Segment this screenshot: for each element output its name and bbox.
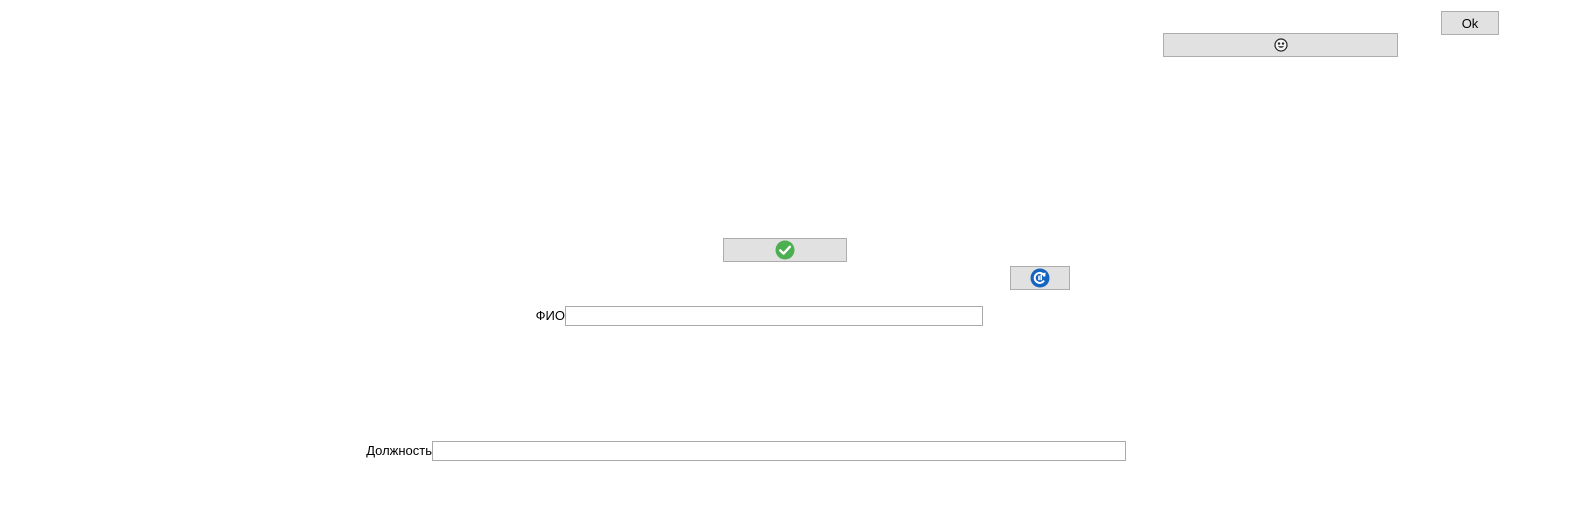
smiley-face-icon	[1273, 38, 1288, 52]
ok-button-label: Ok	[1461, 15, 1479, 31]
face-icon-button[interactable]	[1163, 33, 1398, 57]
refresh-button[interactable]	[1010, 266, 1070, 290]
blue-refresh-icon	[1030, 268, 1050, 288]
fio-label: ФИО	[535, 308, 565, 323]
ok-button[interactable]: Ok	[1441, 11, 1499, 35]
fio-input[interactable]	[565, 306, 983, 326]
position-input[interactable]	[432, 441, 1126, 461]
position-label: Должность	[366, 443, 432, 458]
confirm-button[interactable]	[723, 238, 847, 262]
green-check-icon	[775, 240, 795, 260]
